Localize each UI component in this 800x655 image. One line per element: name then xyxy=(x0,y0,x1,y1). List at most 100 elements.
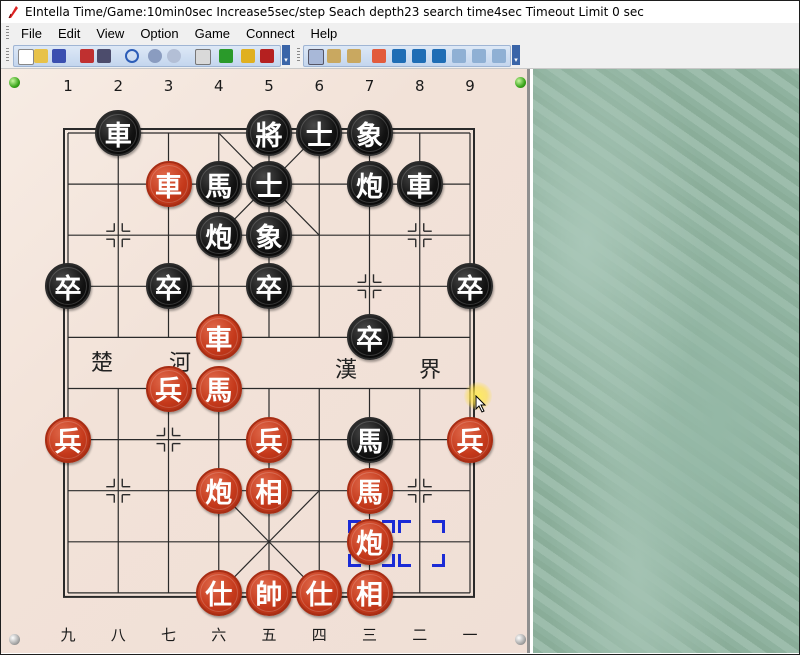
black-piece[interactable]: 車 xyxy=(396,161,443,208)
selection-bracket xyxy=(397,519,411,533)
red-piece[interactable]: 帥 xyxy=(246,569,292,616)
red-piece[interactable]: 馬 xyxy=(195,365,242,412)
corner-dot-bottom-left xyxy=(9,634,20,645)
red-piece[interactable]: 仕 xyxy=(195,569,242,616)
black-piece[interactable]: 將 xyxy=(246,110,292,156)
piece-label: 車 xyxy=(149,165,188,204)
piece-label: 兵 xyxy=(250,420,288,459)
new-icon[interactable] xyxy=(18,49,34,65)
edit-icon[interactable] xyxy=(195,49,211,65)
first-move-icon[interactable] xyxy=(392,49,406,63)
black-piece[interactable]: 卒 xyxy=(45,263,91,310)
piece-label: 仕 xyxy=(300,573,339,612)
search-icon[interactable] xyxy=(125,49,139,63)
printer-setup-icon[interactable] xyxy=(97,49,111,63)
copy-icon[interactable] xyxy=(308,49,324,65)
selection-bracket xyxy=(431,553,445,567)
print-icon[interactable] xyxy=(80,49,94,63)
red-piece[interactable]: 兵 xyxy=(447,416,493,463)
bottom-file-number: 七 xyxy=(160,626,176,644)
next-fast-icon[interactable] xyxy=(472,49,486,63)
menu-bar: File Edit View Option Game Connect Help xyxy=(1,23,799,43)
save-icon[interactable] xyxy=(52,49,66,63)
menu-edit[interactable]: Edit xyxy=(50,26,88,41)
move-icon[interactable] xyxy=(219,49,233,63)
black-piece[interactable]: 士 xyxy=(246,161,292,208)
top-file-number: 3 xyxy=(163,77,174,95)
red-piece[interactable]: 炮 xyxy=(346,518,393,565)
black-piece[interactable]: 馬 xyxy=(195,161,242,208)
black-piece[interactable]: 車 xyxy=(95,110,142,156)
toolbar-overflow-2[interactable]: ▾ xyxy=(512,45,520,65)
red-piece[interactable]: 車 xyxy=(145,161,192,208)
river-char-jie: 界 xyxy=(419,358,442,383)
red-piece[interactable]: 相 xyxy=(246,467,292,514)
board-panel[interactable]: 123456789九八七六五四三二一 楚 河 漢 界 車將士象車馬士炮車炮象卒卒… xyxy=(1,69,530,653)
menu-file[interactable]: File xyxy=(13,26,50,41)
piece-label: 卒 xyxy=(250,267,288,306)
paste-icon[interactable] xyxy=(327,49,341,63)
river-char-han: 漢 xyxy=(335,358,358,383)
red-piece[interactable]: 兵 xyxy=(45,416,91,463)
bottom-file-number: 四 xyxy=(311,626,327,644)
menu-grip[interactable] xyxy=(6,26,9,40)
prev-fast-icon[interactable] xyxy=(412,49,426,63)
black-piece[interactable]: 士 xyxy=(296,110,343,156)
black-piece[interactable]: 炮 xyxy=(346,161,393,208)
lock-icon[interactable] xyxy=(241,49,255,63)
bottom-file-number: 九 xyxy=(60,626,76,644)
hammer-icon[interactable] xyxy=(260,49,274,63)
red-piece[interactable]: 相 xyxy=(346,569,393,616)
menu-option[interactable]: Option xyxy=(132,26,186,41)
marble-background-panel xyxy=(533,69,799,653)
top-file-number: 6 xyxy=(314,77,325,95)
red-piece[interactable]: 車 xyxy=(195,314,242,361)
piece-label: 車 xyxy=(99,114,138,152)
black-piece[interactable]: 炮 xyxy=(195,212,242,259)
black-piece[interactable]: 象 xyxy=(346,110,393,156)
black-piece[interactable]: 馬 xyxy=(346,416,393,463)
piece-label: 仕 xyxy=(199,573,238,612)
black-piece[interactable]: 卒 xyxy=(145,263,192,310)
piece-label: 象 xyxy=(250,216,288,255)
piece-label: 車 xyxy=(199,318,238,357)
toolbar: ▾ ▾ xyxy=(1,43,799,69)
toolbar-grip-2[interactable] xyxy=(297,48,300,62)
black-piece[interactable]: 卒 xyxy=(447,263,493,310)
top-file-number: 9 xyxy=(465,77,475,95)
piece-label: 馬 xyxy=(350,420,389,459)
piece-label: 士 xyxy=(250,165,288,204)
menu-connect[interactable]: Connect xyxy=(238,26,302,41)
bottom-file-number: 三 xyxy=(361,626,377,644)
red-piece[interactable]: 炮 xyxy=(195,467,242,514)
black-piece[interactable]: 象 xyxy=(246,212,292,259)
red-piece[interactable]: 兵 xyxy=(145,365,192,412)
paste-board-icon[interactable] xyxy=(347,49,361,63)
menu-help[interactable]: Help xyxy=(302,26,345,41)
toolbar-overflow-1[interactable]: ▾ xyxy=(282,45,290,65)
refresh-icon[interactable] xyxy=(167,49,181,63)
black-piece[interactable]: 卒 xyxy=(346,314,393,361)
bottom-file-number: 一 xyxy=(462,626,478,644)
red-piece[interactable]: 兵 xyxy=(246,416,292,463)
top-file-number: 4 xyxy=(213,77,224,95)
corner-dot-top-left xyxy=(9,77,20,88)
last-move-icon[interactable] xyxy=(492,49,506,63)
black-piece[interactable]: 卒 xyxy=(246,263,292,310)
piece-label: 相 xyxy=(250,471,288,510)
piece-label: 炮 xyxy=(199,216,238,255)
corner-dot-bottom-right xyxy=(515,634,526,645)
stop-icon[interactable] xyxy=(148,49,162,63)
undo-icon[interactable] xyxy=(372,49,386,63)
menu-game[interactable]: Game xyxy=(187,26,238,41)
prev-icon[interactable] xyxy=(432,49,446,63)
toolbar-grip-1[interactable] xyxy=(6,48,9,62)
piece-label: 炮 xyxy=(350,165,389,204)
red-piece[interactable]: 馬 xyxy=(346,467,393,514)
menu-view[interactable]: View xyxy=(88,26,132,41)
piece-label: 卒 xyxy=(149,267,188,306)
next-icon[interactable] xyxy=(452,49,466,63)
red-piece[interactable]: 仕 xyxy=(296,569,343,616)
open-icon[interactable] xyxy=(34,49,48,63)
selection-bracket xyxy=(431,519,445,533)
